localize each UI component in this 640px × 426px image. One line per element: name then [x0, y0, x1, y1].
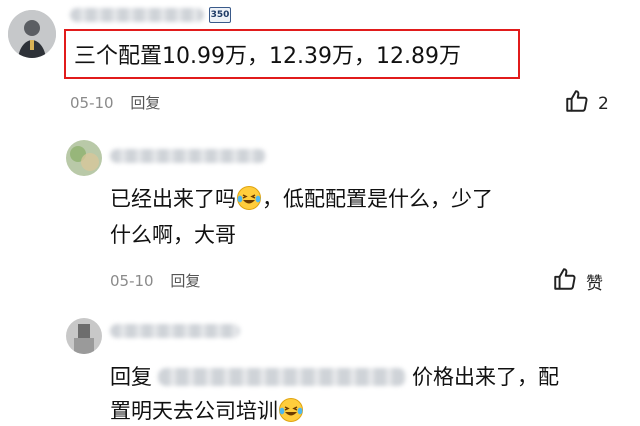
- comment-date: 05-10: [70, 94, 114, 112]
- avatar[interactable]: [66, 318, 102, 354]
- like-label: 赞: [586, 274, 603, 294]
- comment-text-line: 回复 价格出来了，配: [110, 365, 559, 389]
- comment-text-line: 置明天去公司培训: [110, 395, 304, 425]
- comment-text: 三个配置10.99万，12.39万，12.89万: [74, 44, 461, 69]
- like-button[interactable]: 赞: [552, 266, 603, 297]
- laughing-tears-emoji-icon: [278, 397, 304, 423]
- username[interactable]: [110, 324, 240, 338]
- mentioned-username[interactable]: [158, 368, 406, 386]
- like-count: 2: [598, 93, 609, 114]
- laughing-tears-emoji-icon: [236, 185, 262, 211]
- thumbs-up-icon: [552, 266, 578, 297]
- username[interactable]: [110, 149, 266, 163]
- reply-button[interactable]: 回复: [130, 94, 160, 112]
- comment-meta: 05-10 回复: [70, 92, 160, 113]
- comment-meta: 05-10 回复: [110, 270, 200, 291]
- comment-date: 05-10: [110, 272, 154, 290]
- comment-text-line: 已经出来了吗 ，低配配置是什么，少了: [110, 185, 493, 211]
- thumbs-up-icon: [564, 88, 590, 119]
- comment-text-line: 什么啊，大哥: [110, 223, 236, 247]
- reply-button[interactable]: 回复: [170, 272, 200, 290]
- avatar[interactable]: [66, 140, 102, 176]
- like-button[interactable]: 2: [564, 88, 609, 119]
- level-badge: 350: [209, 7, 231, 23]
- username[interactable]: [70, 8, 204, 22]
- avatar[interactable]: [8, 10, 56, 58]
